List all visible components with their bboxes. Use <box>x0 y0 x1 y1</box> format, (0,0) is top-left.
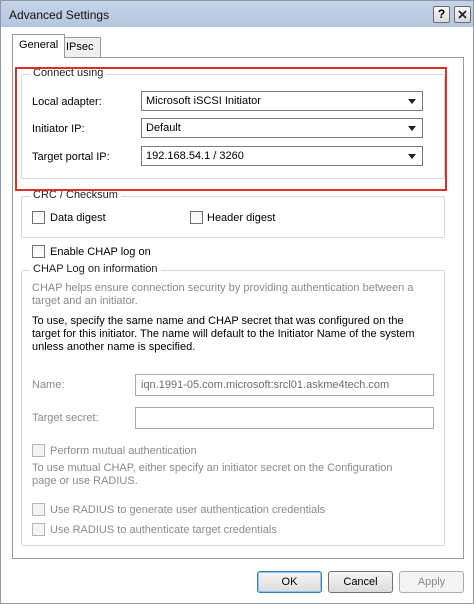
target-secret-label: Target secret: <box>32 412 99 424</box>
chevron-down-icon <box>408 126 416 131</box>
chevron-down-icon <box>408 154 416 159</box>
apply-button[interactable]: Apply <box>399 571 464 593</box>
window-title: Advanced Settings <box>9 8 110 22</box>
initiator-ip-value: Default <box>146 122 181 134</box>
ok-button[interactable]: OK <box>257 571 322 593</box>
general-tab-panel: Connect using Local adapter: Microsoft i… <box>12 57 464 559</box>
chevron-down-icon <box>408 99 416 104</box>
data-digest-checkbox[interactable] <box>32 211 45 224</box>
tab-ipsec[interactable]: IPsec <box>59 37 101 57</box>
name-input[interactable]: iqn.1991-05.com.microsoft:srcl01.askme4t… <box>135 374 434 396</box>
crc-checksum-legend: CRC / Checksum <box>30 189 121 201</box>
help-icon: ? <box>437 7 446 21</box>
local-adapter-value: Microsoft iSCSI Initiator <box>146 95 261 107</box>
initiator-ip-label: Initiator IP: <box>32 123 85 135</box>
advanced-settings-dialog: Advanced Settings ? General IPsec Connec… <box>0 0 474 604</box>
chap-instructions-text: To use, specify the same name and CHAP s… <box>32 315 415 353</box>
data-digest-label: Data digest <box>50 212 106 224</box>
radius-user-checkbox[interactable] <box>32 503 45 516</box>
connect-using-legend: Connect using <box>30 67 107 79</box>
radius-target-checkbox[interactable] <box>32 523 45 536</box>
tab-general[interactable]: General <box>12 34 66 58</box>
radius-target-label: Use RADIUS to authenticate target creden… <box>50 524 277 536</box>
help-button[interactable]: ? <box>433 6 450 23</box>
mutual-auth-help-text: To use mutual CHAP, either specify an in… <box>32 462 393 487</box>
cancel-button[interactable]: Cancel <box>328 571 393 593</box>
chap-help-text: CHAP helps ensure connection security by… <box>32 282 414 307</box>
target-secret-input[interactable] <box>135 407 434 429</box>
local-adapter-label: Local adapter: <box>32 96 102 108</box>
mutual-auth-label: Perform mutual authentication <box>50 445 197 457</box>
name-label: Name: <box>32 379 65 391</box>
title-bar[interactable]: Advanced Settings ? <box>1 1 473 27</box>
target-portal-select[interactable]: 192.168.54.1 / 3260 <box>141 146 423 166</box>
close-icon <box>458 10 467 19</box>
mutual-auth-checkbox[interactable] <box>32 444 45 457</box>
initiator-ip-select[interactable]: Default <box>141 118 423 138</box>
enable-chap-label: Enable CHAP log on <box>50 246 151 258</box>
header-digest-checkbox[interactable] <box>190 211 203 224</box>
header-digest-label: Header digest <box>207 212 276 224</box>
close-button[interactable] <box>454 6 471 23</box>
radius-user-label: Use RADIUS to generate user authenticati… <box>50 504 326 516</box>
chap-logon-legend: CHAP Log on information <box>30 263 161 275</box>
target-portal-label: Target portal IP: <box>32 151 110 163</box>
target-portal-value: 192.168.54.1 / 3260 <box>146 150 244 162</box>
local-adapter-select[interactable]: Microsoft iSCSI Initiator <box>141 91 423 111</box>
enable-chap-checkbox[interactable] <box>32 245 45 258</box>
